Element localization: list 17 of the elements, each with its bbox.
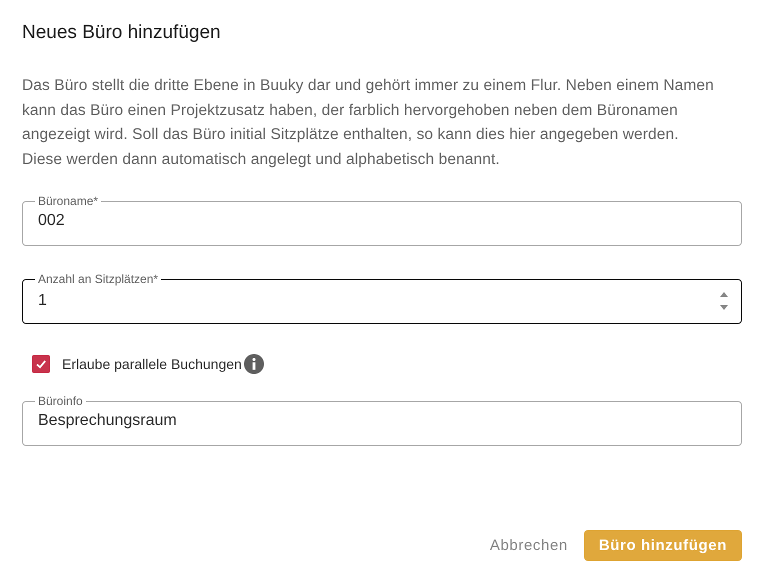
input-field[interactable]: Anzahl an Sitzplätzen* 1 [22,272,742,324]
text-input[interactable]: 002 [38,212,729,230]
checkmark-icon [35,358,47,370]
checkbox-label[interactable]: Erlaube parallele Buchungen [62,356,242,372]
number-input[interactable]: 1 [38,292,719,310]
description-text: Das Büro stellt die dritte Ebene in Buuky dar und gehört immer zu einem Flur. Neben einem Namen kann das Büro einen Projektzusatz haben, der farblich hervorgehoben neben dem Büronamen angezeigt wird. Soll das Büro initial Sitzplätze enthalten, so kann dies hier angegeben werden. Diese werden dann automatisch angelegt und alphabetisch benannt. [22,76,715,170]
field-label: Anzahl an Sitzplätzen* [37,272,160,286]
field-label: Büroname* [37,194,100,208]
spinner-icon[interactable] [719,290,729,312]
cancel-button[interactable]: Abbrechen [488,530,570,561]
text-input[interactable]: Besprechungsraum [38,412,729,430]
checkbox[interactable] [32,355,50,373]
input-field[interactable]: Büroinfo Besprechungsraum [22,394,742,446]
dialog-title: Neues Büro hinzufügen [22,22,222,44]
field-label: Büroinfo [37,394,84,408]
input-field[interactable]: Büroname* 002 [22,194,742,246]
info-icon[interactable] [244,354,264,374]
